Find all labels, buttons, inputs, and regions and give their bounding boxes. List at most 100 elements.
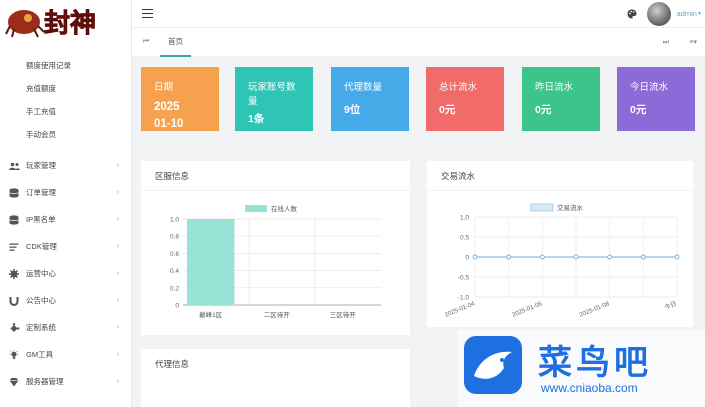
card-date: 日期 2025 01-10: [141, 67, 219, 131]
logo-text: 封神: [44, 9, 96, 39]
card-yesterday-flow: 昨日流水 0元: [522, 67, 600, 131]
data-point[interactable]: [506, 254, 512, 260]
bulb-icon: [9, 349, 19, 359]
chevron-right-icon: ›: [116, 189, 119, 196]
y-tick-label: 0.5: [460, 235, 469, 242]
watermark: 菜鸟吧 www.cniaoba.com: [458, 330, 705, 407]
card-title: 今日流水: [630, 82, 669, 93]
data-point[interactable]: [539, 254, 545, 260]
chevron-right-icon: ›: [116, 270, 119, 277]
card-value: 1条: [248, 113, 265, 125]
y-tick-label: 0.6: [170, 251, 179, 258]
tab-home[interactable]: 首页: [160, 27, 191, 57]
users-icon: [9, 162, 20, 170]
legend-swatch: [530, 203, 554, 212]
sidebar-item[interactable]: IP黑名单 ›: [0, 206, 131, 233]
legend-label: 在线人数: [271, 204, 298, 213]
data-point[interactable]: [640, 254, 646, 260]
sidebar-item[interactable]: 定制系统 ›: [0, 314, 131, 341]
sidebar-item-label: IP黑名单: [26, 215, 56, 224]
diamond-icon: [9, 377, 19, 386]
bar[interactable]: [186, 219, 235, 305]
sidebar-item[interactable]: 公告中心 ›: [0, 287, 131, 314]
chevron-right-icon: ›: [116, 243, 119, 250]
card-title: 日期: [154, 82, 174, 93]
tab-scroll-right-icon[interactable]: ⏭: [663, 28, 669, 58]
panel-title: 交易流水: [427, 161, 693, 191]
submenu-item[interactable]: 手工充值: [0, 100, 131, 123]
x-tick-label: 今日: [663, 299, 677, 311]
y-tick-label: 0.2: [170, 285, 179, 292]
magnet-icon: [9, 296, 19, 306]
watermark-name: 菜鸟吧: [538, 343, 652, 383]
y-tick-label: -1.0: [458, 295, 470, 302]
data-point[interactable]: [674, 254, 680, 260]
tab-scroll-left-icon[interactable]: ⏮: [132, 38, 160, 46]
logo-image: 封神: [5, 9, 96, 39]
x-tick-label: 2025-01-06: [511, 300, 543, 319]
avatar[interactable]: [646, 1, 671, 26]
y-tick-label: 1.0: [460, 215, 469, 222]
x-tick-label: 2025-01-08: [578, 300, 610, 319]
card-today-flow: 今日流水 0元: [617, 67, 695, 131]
card-title: 代理数量: [344, 82, 383, 93]
trade-line-chart: 交易流水 -1.0 -0.5 0 0.5 1.0 2025-01-04 2025-01-06 2…: [444, 203, 680, 319]
gear-icon: [9, 268, 19, 279]
legend[interactable]: 在线人数: [245, 204, 298, 213]
sidebar-item-label: 定制系统: [26, 323, 56, 332]
database-icon: [9, 187, 19, 198]
submenu-item[interactable]: 充值额度: [0, 77, 131, 100]
sidebar-item[interactable]: GM工具 ›: [0, 341, 131, 368]
sidebar-item[interactable]: 订单管理 ›: [0, 179, 131, 206]
sidebar-item[interactable]: 运营中心 ›: [0, 260, 131, 287]
sidebar-item[interactable]: CDK管理 ›: [0, 233, 131, 260]
card-player-accounts: 玩家账号数量 1条: [235, 67, 313, 131]
x-tick-label: 二区待开: [264, 310, 291, 319]
card-total-flow: 总计流水 0元: [426, 67, 504, 131]
data-point[interactable]: [573, 254, 579, 260]
data-point[interactable]: [472, 254, 478, 260]
top-bar: admin ▾: [132, 0, 705, 27]
sidebar-item[interactable]: 玩家管理 ›: [0, 152, 131, 179]
sidebar-item-label: 运营中心: [26, 269, 56, 278]
user-area: admin ▾: [627, 0, 701, 27]
server-bar-chart: 在线人数 0 0.2 0.4 0.6 0.8 1.0 巅峰1区 二区待开 三区待开: [170, 204, 381, 319]
submenu-item[interactable]: 额度使用记录: [0, 54, 131, 77]
x-tick-label: 巅峰1区: [199, 310, 223, 319]
sidebar-item-label: 订单管理: [26, 188, 56, 197]
menu-toggle-icon[interactable]: [142, 9, 153, 18]
submenu-item[interactable]: 手动会员: [0, 123, 131, 146]
panel-server-info: 区服信息 在线人数 0 0.2 0.4 0.6 0.8 1.0 巅峰1区 二区待开 三区待开: [141, 161, 410, 335]
card-value: 9位: [344, 104, 361, 116]
tab-menu-icon[interactable]: ≡▾: [689, 28, 697, 58]
database-icon: [9, 214, 19, 225]
palette-icon[interactable]: [627, 9, 637, 19]
y-tick-label: 0.4: [170, 268, 179, 275]
x-tick-label: 2025-01-04: [444, 300, 476, 319]
chevron-down-icon[interactable]: ▾: [698, 10, 701, 17]
puzzle-icon: [10, 322, 20, 332]
y-tick-label: 1.0: [170, 217, 179, 224]
sidebar: 封神 额度使用记录 充值额度 手工充值 手动会员 玩家管理 › 订单管理 › IP黑名单 › CD…: [0, 0, 132, 407]
y-tick-label: 0: [175, 303, 179, 310]
brand-logo[interactable]: 封神: [0, 0, 131, 42]
panel-title: 代理信息: [155, 359, 190, 369]
y-tick-label: 0: [465, 255, 469, 262]
panel-agent-info: 代理信息: [141, 349, 410, 407]
legend[interactable]: 交易流水: [530, 203, 584, 212]
sidebar-item-label: 公告中心: [26, 296, 56, 305]
data-point[interactable]: [607, 254, 613, 260]
submenu: 额度使用记录 充值额度 手工充值 手动会员: [0, 54, 131, 146]
sidebar-item-label: 玩家管理: [26, 161, 56, 170]
card-value: 2025 01-10: [154, 101, 184, 130]
sidebar-item-label: GM工具: [26, 350, 54, 359]
main-menu: 玩家管理 › 订单管理 › IP黑名单 › CDK管理 › 运营中心 › 公告中心 › 定制系统 › GM工…: [0, 152, 131, 395]
panel-title: 区服信息: [141, 161, 410, 191]
chevron-right-icon: ›: [116, 162, 119, 169]
card-value: 0元: [630, 104, 647, 116]
card-title: 玩家账号数量: [248, 82, 296, 107]
sidebar-item[interactable]: 服务器管理 ›: [0, 368, 131, 395]
chevron-right-icon: ›: [116, 297, 119, 304]
watermark-url: www.cniaoba.com: [540, 381, 638, 395]
username-label[interactable]: admin: [677, 9, 697, 18]
